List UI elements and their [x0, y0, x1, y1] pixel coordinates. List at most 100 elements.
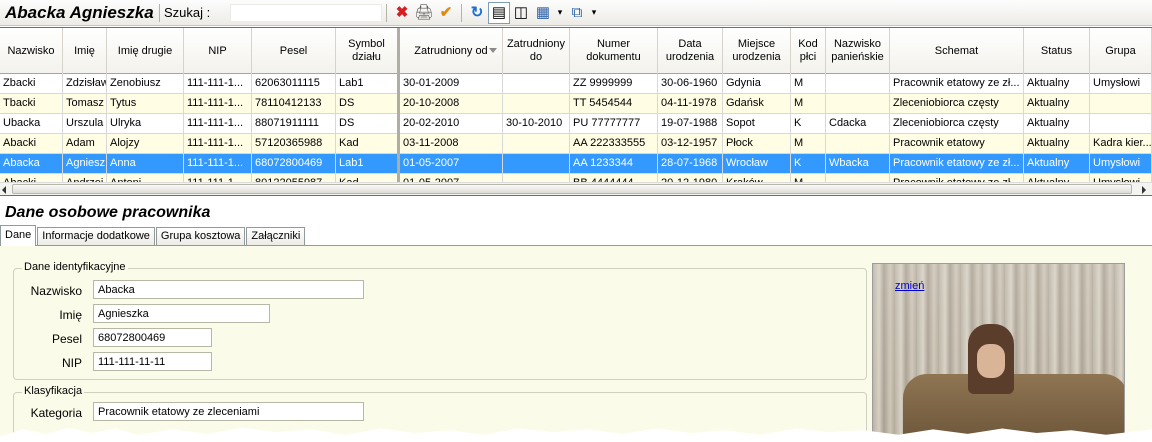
column-header[interactable]: Imię drugie	[107, 28, 184, 74]
chevron-down-icon[interactable]: ▾	[554, 2, 566, 24]
table-cell[interactable]: M	[791, 134, 826, 154]
table-cell[interactable]: Aktualny	[1024, 154, 1090, 174]
table-cell[interactable]: Wrocław	[723, 154, 791, 174]
table-cell[interactable]: 88071911111	[252, 114, 336, 134]
table-cell[interactable]	[503, 154, 570, 174]
table-cell[interactable]: 78110412133	[252, 94, 336, 114]
table-row[interactable]: Tbacki Tomasz Tytus 111-111-1... 78110412133…	[0, 94, 1152, 114]
table-cell[interactable]: Abacki	[0, 134, 63, 154]
table-cell[interactable]	[503, 74, 570, 94]
column-header[interactable]: Nazwisko panieńskie	[826, 28, 890, 74]
report-icon[interactable]: ▤	[488, 1, 510, 24]
imie-field[interactable]	[93, 304, 270, 323]
table-cell[interactable]: Tbacki	[0, 94, 63, 114]
table-cell[interactable]: Kad	[336, 134, 400, 154]
column-header[interactable]: NIP	[184, 28, 252, 74]
table-cell[interactable]: Ubacka	[0, 114, 63, 134]
column-header[interactable]: Symbol działu	[336, 28, 400, 74]
table-row[interactable]: AbackaAgniesz...Anna111-111-1...68072800…	[0, 154, 1152, 174]
table-cell[interactable]: 28-07-1968	[658, 154, 723, 174]
table-row[interactable]: Ubacka Urszula Ulryka 111-111-1... 880719111…	[0, 114, 1152, 134]
table-cell[interactable]	[826, 134, 890, 154]
table-cell[interactable]	[826, 74, 890, 94]
column-header[interactable]: Status	[1024, 28, 1090, 74]
table-cell[interactable]: 01-05-2007	[400, 154, 503, 174]
column-header-sorted[interactable]: Zatrudniony od	[400, 28, 503, 74]
nip-field[interactable]	[93, 352, 212, 371]
table-cell[interactable]: Tytus	[107, 94, 184, 114]
table-cell[interactable]: 03-12-1957	[658, 134, 723, 154]
table-cell[interactable]: DS	[336, 114, 400, 134]
table-cell[interactable]: 111-111-1...	[184, 74, 252, 94]
table-cell[interactable]: Anna	[107, 154, 184, 174]
table-cell[interactable]: Płock	[723, 134, 791, 154]
table-cell[interactable]: Abacka	[0, 154, 63, 174]
column-header[interactable]: Kod płci	[791, 28, 826, 74]
table-cell[interactable]: Wbacka	[826, 154, 890, 174]
scroll-left-icon[interactable]	[2, 186, 6, 194]
table-cell[interactable]: Umysłowi	[1090, 74, 1152, 94]
table-cell[interactable]: Aktualny	[1024, 114, 1090, 134]
column-header[interactable]: Schemat	[890, 28, 1024, 74]
table-cell[interactable]: 57120365988	[252, 134, 336, 154]
table-cell[interactable]: 30-06-1960	[658, 74, 723, 94]
tab-zalaczniki[interactable]: Załączniki	[246, 227, 306, 245]
table-cell[interactable]: 30-10-2010	[503, 114, 570, 134]
table-cell[interactable]: 62063011115	[252, 74, 336, 94]
table-cell[interactable]: K	[791, 114, 826, 134]
employee-grid[interactable]: Nazwisko Imię Imię drugie NIP Pesel Symb…	[0, 27, 1152, 196]
table-cell[interactable]: Pracownik etatowy	[890, 134, 1024, 154]
table-cell[interactable]: AA 1233344	[570, 154, 658, 174]
tab-informacje-dodatkowe[interactable]: Informacje dodatkowe	[37, 227, 155, 245]
table-cell[interactable]: 19-07-1988	[658, 114, 723, 134]
table-cell[interactable]: M	[791, 74, 826, 94]
column-header[interactable]: Miejsce urodzenia	[723, 28, 791, 74]
scrollbar-thumb[interactable]	[12, 184, 1132, 194]
table-cell[interactable]: Kadra kier...	[1090, 134, 1152, 154]
table-cell[interactable]: 20-10-2008	[400, 94, 503, 114]
table-cell[interactable]: 04-11-1978	[658, 94, 723, 114]
table-cell[interactable]: Lab1	[336, 74, 400, 94]
columns-icon[interactable]: ▦	[532, 2, 554, 24]
clear-icon[interactable]: ✖	[391, 2, 413, 24]
table-row[interactable]: Zbacki Zdzisław Zenobiusz 111-111-1... 62063…	[0, 74, 1152, 94]
column-header[interactable]: Imię	[63, 28, 107, 74]
kategoria-field[interactable]	[93, 402, 364, 421]
horizontal-scrollbar[interactable]	[0, 182, 1152, 195]
table-cell[interactable]: 111-111-1...	[184, 114, 252, 134]
table-cell[interactable]: M	[791, 94, 826, 114]
table-cell[interactable]: 20-02-2010	[400, 114, 503, 134]
export-icon[interactable]: ⧉	[566, 2, 588, 24]
table-cell[interactable]	[503, 134, 570, 154]
print-icon[interactable]: 🖨	[413, 2, 435, 24]
table-cell[interactable]: Adam	[63, 134, 107, 154]
table-cell[interactable]	[1090, 94, 1152, 114]
table-cell[interactable]: DS	[336, 94, 400, 114]
refresh-icon[interactable]: ↻	[466, 2, 488, 24]
table-cell[interactable]: Zleceniobiorca częsty	[890, 114, 1024, 134]
table-cell[interactable]: TT 5454544	[570, 94, 658, 114]
table-cell[interactable]	[826, 94, 890, 114]
table-cell[interactable]: 111-111-1...	[184, 134, 252, 154]
accept-icon[interactable]: ✔	[435, 2, 457, 24]
table-cell[interactable]: Urszula	[63, 114, 107, 134]
tab-grupa-kosztowa[interactable]: Grupa kosztowa	[155, 227, 246, 245]
table-cell[interactable]: AA 222333555	[570, 134, 658, 154]
table-cell[interactable]: K	[791, 154, 826, 174]
search-input[interactable]	[230, 3, 382, 22]
table-cell[interactable]: Agniesz...	[63, 154, 107, 174]
table-cell[interactable]: Pracownik etatowy ze zł...	[890, 154, 1024, 174]
table-cell[interactable]: Pracownik etatowy ze zł...	[890, 74, 1024, 94]
layout-icon[interactable]: ◫	[510, 2, 532, 24]
table-cell[interactable]: Sopot	[723, 114, 791, 134]
table-cell[interactable]: 111-111-1...	[184, 94, 252, 114]
table-cell[interactable]: 03-11-2008	[400, 134, 503, 154]
table-row[interactable]: Abacki Adam Alojzy 111-111-1... 57120365988 K…	[0, 134, 1152, 154]
table-cell[interactable]	[503, 94, 570, 114]
table-cell[interactable]: Gdynia	[723, 74, 791, 94]
table-cell[interactable]: Ulryka	[107, 114, 184, 134]
table-cell[interactable]	[1090, 114, 1152, 134]
table-cell[interactable]: Umysłowi	[1090, 154, 1152, 174]
table-cell[interactable]: Lab1	[336, 154, 400, 174]
table-cell[interactable]: Aktualny	[1024, 74, 1090, 94]
